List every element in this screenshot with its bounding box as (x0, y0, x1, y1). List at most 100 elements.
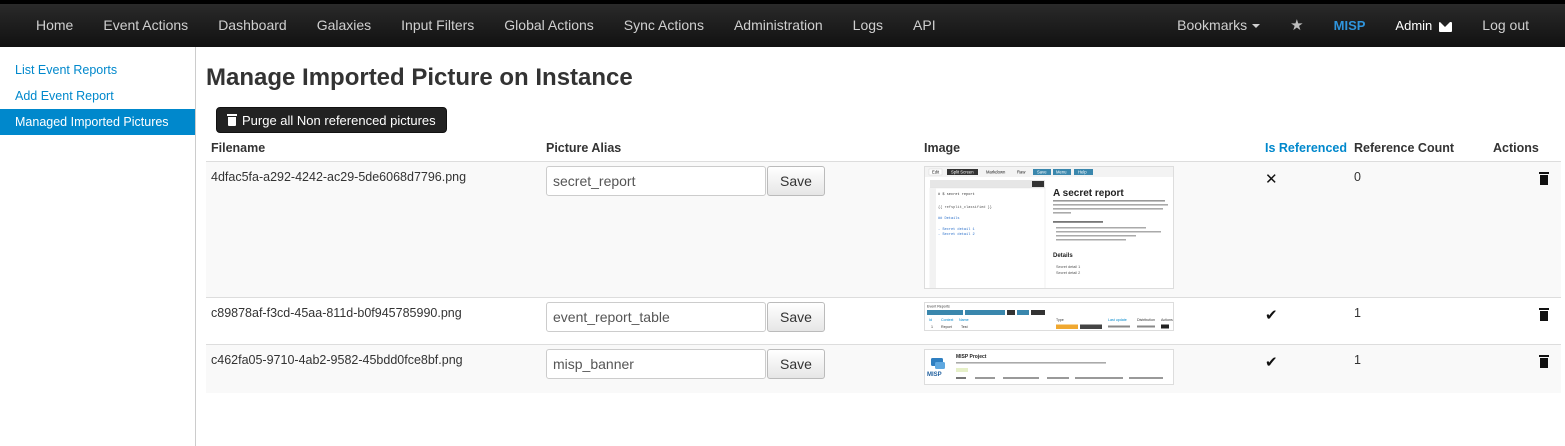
favourite-button[interactable]: ★ (1275, 4, 1318, 47)
is-referenced-cell: ✔ (1260, 343, 1349, 393)
envelope-icon (1439, 21, 1453, 32)
sidebar-item-list-event-reports[interactable]: List Event Reports (0, 57, 195, 83)
thumb-col: Id (929, 318, 932, 322)
alias-input[interactable] (546, 301, 766, 332)
thumb-list-item: Secret detail 2 (1056, 271, 1080, 275)
thumb-col: Context (941, 318, 953, 322)
thumb-md-line: - Secret detail 1 (938, 227, 975, 232)
actions-cell (1488, 160, 1561, 297)
bookmarks-menu[interactable]: Bookmarks (1162, 4, 1275, 47)
thumb-tab: Markdown (986, 169, 1006, 174)
table-row: 4dfac5fa-a292-4242-ac29-5de6068d7796.png… (206, 160, 1561, 297)
delete-trash-icon[interactable] (1539, 171, 1549, 185)
save-button[interactable]: Save (767, 165, 825, 196)
nav-event-actions[interactable]: Event Actions (88, 4, 203, 47)
filename-cell: c89878af-f3cd-45aa-811d-b0f945785990.png (206, 296, 541, 344)
thumb-cell: Test (961, 325, 968, 329)
thumb-banner-title: MISP Project (956, 354, 987, 360)
alias-cell: Save (541, 160, 919, 297)
picture-thumbnail[interactable]: Edit Split Screen Markdown Raw Save Menu… (924, 165, 1174, 289)
thumb-list-item: Secret detail 1 (1056, 265, 1080, 269)
reference-count-cell: 0 (1349, 160, 1488, 297)
thumb-tab: Edit (932, 169, 940, 174)
purge-label: Purge all Non referenced pictures (242, 112, 436, 128)
alias-form: Save (546, 165, 914, 196)
thumb-md-line: {{ refsplit_classified }} (938, 205, 992, 210)
user-menu[interactable]: Admin (1380, 4, 1467, 47)
thumb-heading: A secret report (1053, 188, 1124, 199)
header-filename[interactable]: Filename (206, 135, 541, 162)
thumb-logo: MISP (927, 372, 942, 378)
cross-icon: ✕ (1265, 170, 1278, 188)
nav-galaxies[interactable]: Galaxies (302, 4, 386, 47)
delete-trash-icon[interactable] (1539, 307, 1549, 321)
image-cell: MISP MISP Project (919, 343, 1260, 393)
reference-count-cell: 1 (1349, 296, 1488, 344)
chevron-down-icon (1252, 24, 1261, 29)
thumb-col: Distribution (1137, 318, 1155, 322)
save-button[interactable]: Save (767, 301, 825, 332)
header-actions: Actions (1488, 135, 1561, 162)
table-row: c89878af-f3cd-45aa-811d-b0f945785990.png… (206, 296, 1561, 344)
pictures-table: Filename Picture Alias Image Is Referenc… (206, 135, 1561, 393)
top-navbar: Home Event Actions Dashboard Galaxies In… (0, 0, 1565, 47)
actions-cell (1488, 296, 1561, 344)
thumb-tab: Raw (1017, 169, 1026, 174)
trash-icon (227, 114, 237, 126)
actions-cell (1488, 343, 1561, 393)
alias-form: Save (546, 301, 914, 332)
alias-input[interactable] (546, 348, 766, 379)
save-button[interactable]: Save (767, 348, 825, 379)
thumb-col: Name (959, 318, 969, 322)
sidebar-item-add-event-report[interactable]: Add Event Report (0, 83, 195, 109)
user-name: Admin (1395, 18, 1433, 33)
filename-cell: 4dfac5fa-a292-4242-ac29-5de6068d7796.png (206, 160, 541, 297)
header-reference-count[interactable]: Reference Count (1349, 135, 1488, 162)
misp-link[interactable]: MISP (1319, 4, 1381, 47)
is-referenced-cell: ✔ (1260, 296, 1349, 344)
thumb-tab: Help (1078, 169, 1087, 174)
thumb-md-line: - Secret detail 2 (938, 232, 975, 237)
check-icon: ✔ (1265, 306, 1278, 324)
page-title: Manage Imported Picture on Instance (206, 64, 633, 91)
nav-left: Home Event Actions Dashboard Galaxies In… (21, 4, 951, 47)
thumb-md-line: # $ secret report (938, 192, 975, 197)
star-icon: ★ (1290, 17, 1304, 34)
thumb-tab: Save (1037, 169, 1047, 174)
alias-form: Save (546, 348, 914, 379)
nav-administration[interactable]: Administration (719, 4, 838, 47)
delete-trash-icon[interactable] (1539, 354, 1549, 368)
sidebar-item-managed-imported-pictures[interactable]: Managed Imported Pictures (0, 109, 195, 135)
table-row: c462fa05-9710-4ab2-9582-45bdd0fce8bf.png… (206, 343, 1561, 393)
nav-right: Bookmarks ★ MISP Admin Log out (1162, 4, 1544, 47)
report-screenshot: Edit Split Screen Markdown Raw Save Menu… (925, 166, 1173, 288)
thumb-col: Last update (1108, 318, 1127, 322)
purge-button[interactable]: Purge all Non referenced pictures (216, 107, 447, 133)
thumb-col: Type (1056, 318, 1064, 322)
nav-home[interactable]: Home (21, 4, 88, 47)
nav-global-actions[interactable]: Global Actions (489, 4, 609, 47)
picture-thumbnail[interactable]: MISP MISP Project (924, 348, 1174, 385)
table-header-row: Filename Picture Alias Image Is Referenc… (206, 135, 1561, 162)
nav-dashboard[interactable]: Dashboard (203, 4, 302, 47)
thumb-tab: Split Screen (951, 169, 974, 174)
logout-link[interactable]: Log out (1467, 4, 1544, 47)
table-screenshot: Event Reports Id Context Name Type Last … (927, 304, 1173, 329)
reference-count-cell: 1 (1349, 343, 1488, 393)
picture-thumbnail[interactable]: Event Reports Id Context Name Type Last … (924, 301, 1174, 331)
bookmarks-label: Bookmarks (1177, 17, 1248, 33)
nav-input-filters[interactable]: Input Filters (386, 4, 489, 47)
sidebar: List Event Reports Add Event Report Mana… (0, 47, 196, 446)
main-content: Manage Imported Picture on Instance Purg… (206, 47, 1561, 393)
check-icon: ✔ (1265, 353, 1278, 371)
thumb-tab: Menu (1056, 169, 1067, 174)
alias-input[interactable] (546, 165, 766, 196)
header-image[interactable]: Image (919, 135, 1260, 162)
nav-sync-actions[interactable]: Sync Actions (609, 4, 719, 47)
thumb-cell: 1 (931, 325, 933, 329)
header-is-referenced[interactable]: Is Referenced (1260, 135, 1349, 162)
nav-api[interactable]: API (898, 4, 951, 47)
nav-logs[interactable]: Logs (838, 4, 898, 47)
header-alias[interactable]: Picture Alias (541, 135, 919, 162)
image-cell: Event Reports Id Context Name Type Last … (919, 296, 1260, 344)
